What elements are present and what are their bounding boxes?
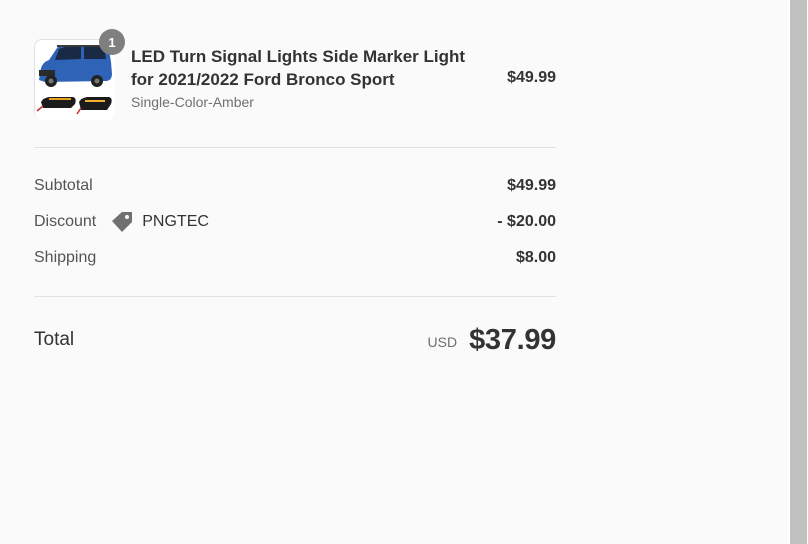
cart-line-item: 1 LED Turn Signal Lights Side Marker Lig… [34,0,556,148]
shipping-value: $8.00 [515,249,556,266]
product-variant: Single-Color-Amber [131,94,254,110]
total-row: Total USD $37.99 [34,320,556,360]
scrollbar[interactable] [788,0,808,544]
cost-breakdown: Subtotal $49.99 Discount PNGTEC - $20.00… [34,148,556,297]
discount-row: Discount PNGTEC - $20.00 [34,210,556,234]
discount-value: - $20.00 [497,213,556,230]
product-thumbnail: 1 [34,29,125,120]
product-title: LED Turn Signal Lights Side Marker Light… [131,47,466,89]
subtotal-label: Subtotal [34,177,93,194]
subtotal-value: $49.99 [507,177,556,194]
shipping-row: Shipping $8.00 [34,246,556,270]
discount-code: PNGTEC [142,213,209,230]
scrollbar-thumb[interactable] [790,0,807,544]
quantity-badge: 1 [99,29,125,55]
total-label: Total [34,329,75,350]
discount-label: Discount [34,213,97,230]
tag-icon [110,211,134,233]
shipping-label: Shipping [34,249,97,266]
order-summary: 1 LED Turn Signal Lights Side Marker Lig… [34,0,556,356]
currency-code: USD [427,334,458,350]
product-price: $49.99 [507,69,556,86]
total-amount: $37.99 [469,323,556,356]
subtotal-row: Subtotal $49.99 [34,174,556,198]
